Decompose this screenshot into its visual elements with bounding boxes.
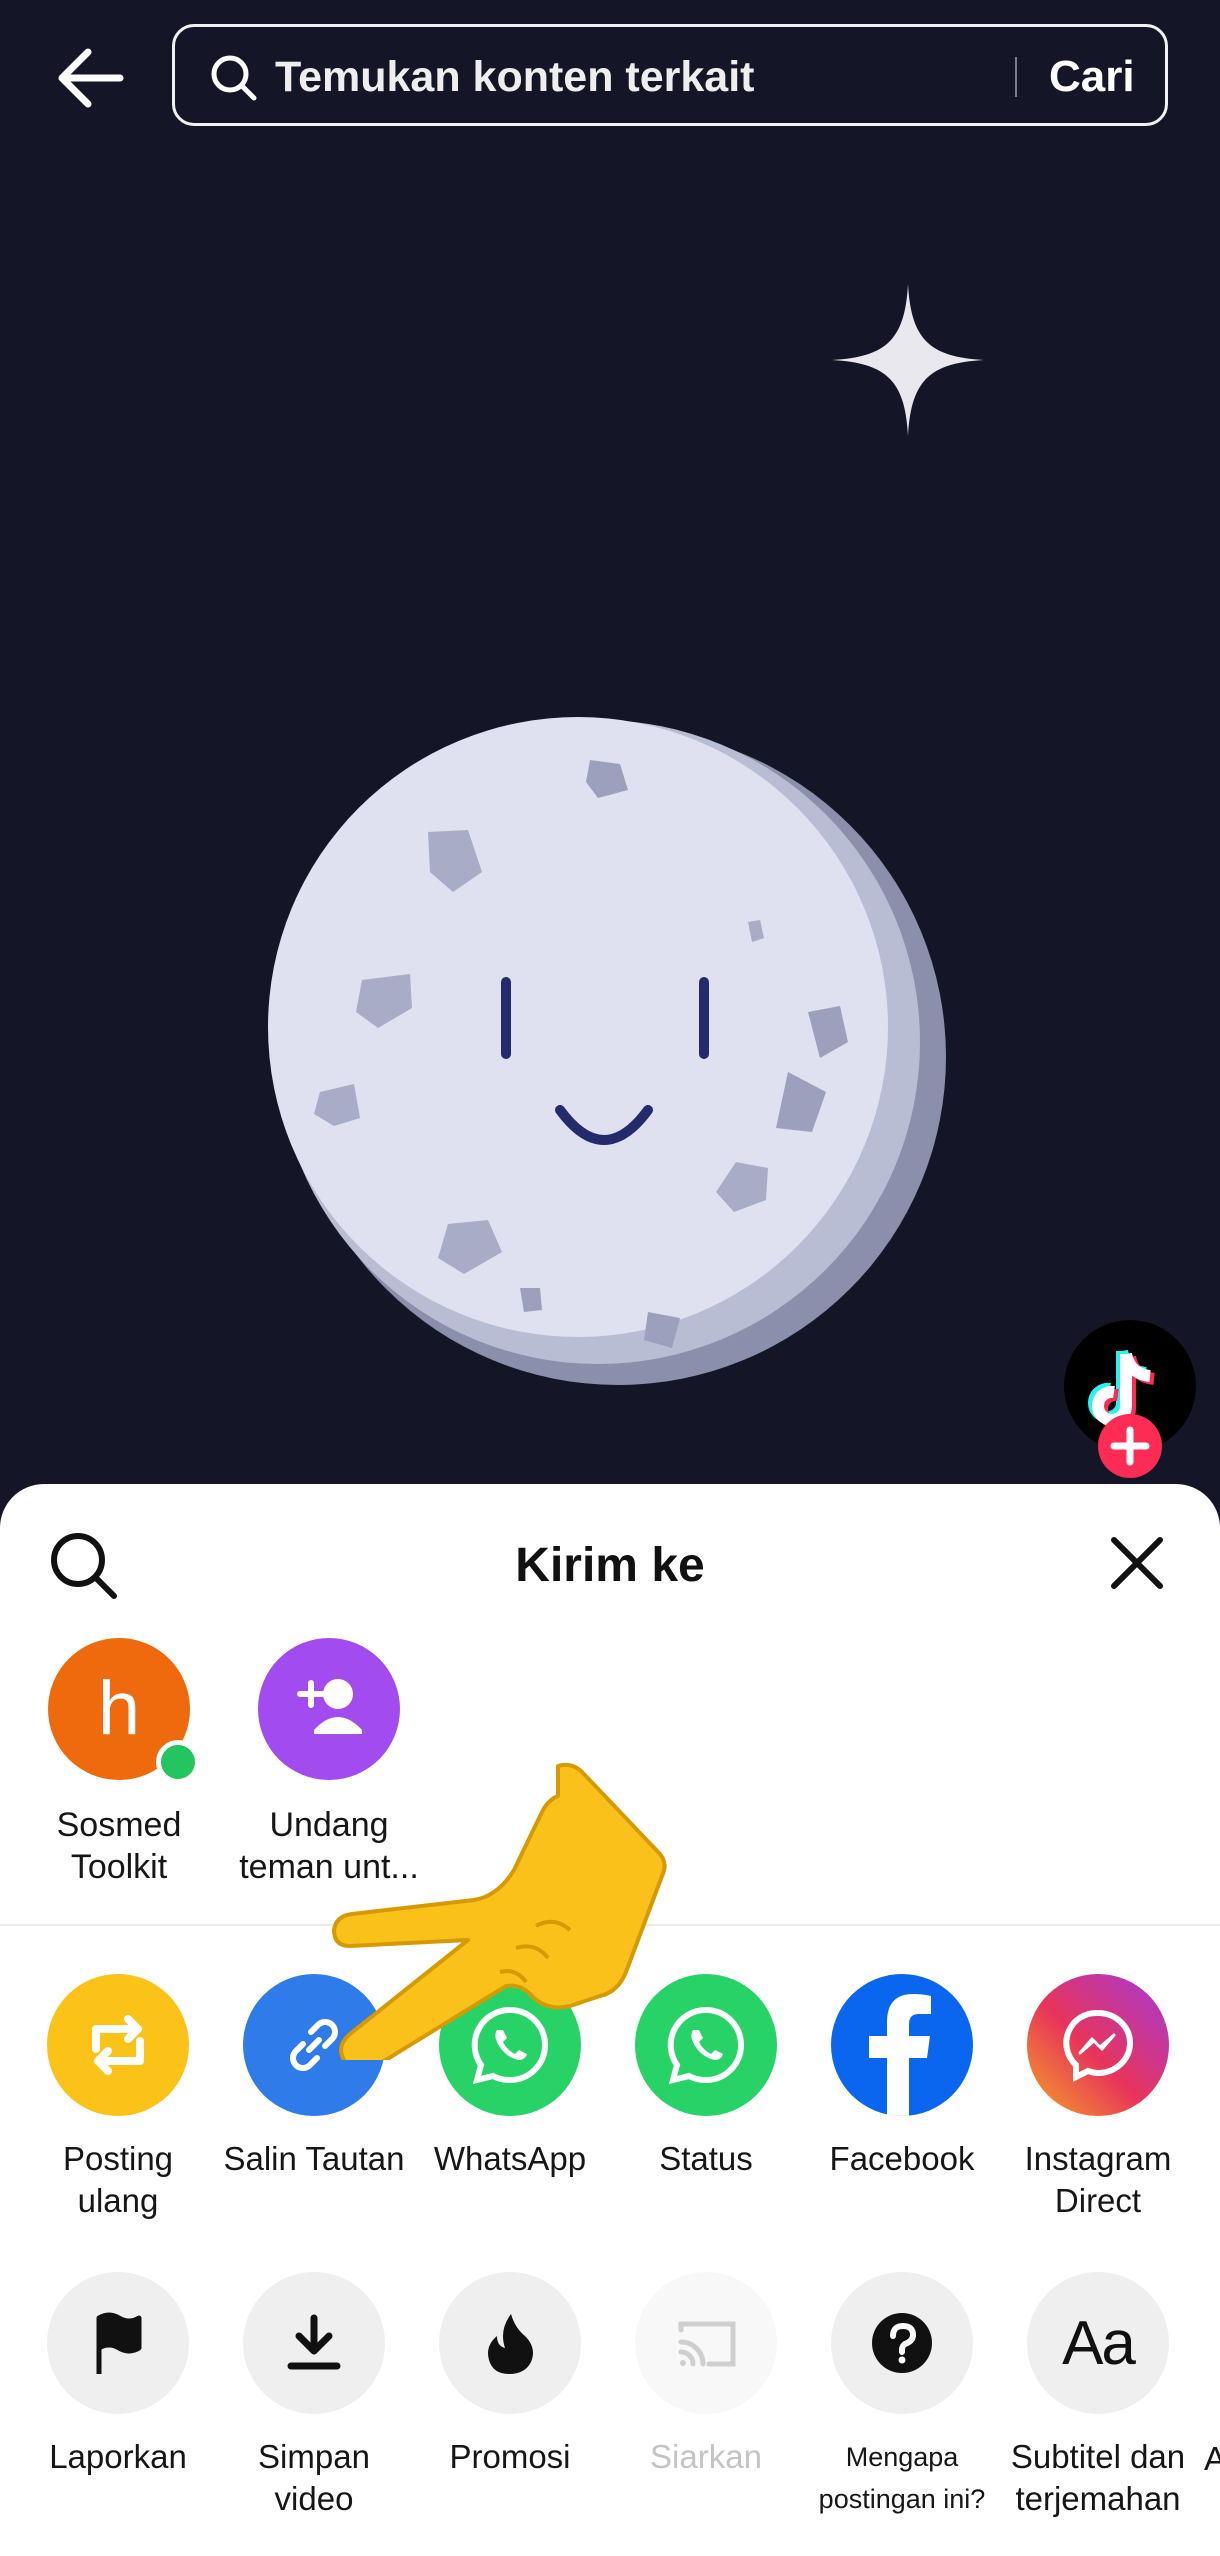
share-label: WhatsApp	[433, 2140, 587, 2177]
search-input[interactable]: Temukan konten terkait	[275, 49, 755, 105]
share-label: Status	[659, 2140, 753, 2177]
question-icon	[831, 2272, 973, 2414]
sheet-title: Kirim ke	[515, 1539, 705, 1592]
share-label: Facebook	[829, 2140, 975, 2177]
sparkle-star	[832, 284, 984, 436]
messenger-icon	[1027, 1974, 1169, 2116]
action-label: Siarkan	[650, 2438, 762, 2475]
video-background[interactable]	[0, 0, 1220, 1500]
flag-icon	[47, 2272, 189, 2414]
share-label: Instagram Direct	[1024, 2140, 1172, 2219]
action-subtitles[interactable]: Aa Subtitel dan terjemahan	[1000, 2272, 1196, 2520]
contact-sosmed-toolkit[interactable]: h Sosmed Toolkit	[14, 1638, 224, 1888]
tiktok-follow-button[interactable]	[1062, 1320, 1198, 1480]
action-broadcast[interactable]: Siarkan	[608, 2272, 804, 2478]
action-promote[interactable]: Promosi	[412, 2272, 608, 2478]
action-label: Laporkan	[49, 2438, 187, 2475]
subtitle-icon: Aa	[1027, 2272, 1169, 2414]
share-label: Posting ulang	[62, 2140, 174, 2219]
share-facebook[interactable]: Facebook	[804, 1974, 1000, 2180]
download-icon	[243, 2272, 385, 2414]
contact-label: Sosmed Toolkit	[56, 1806, 182, 1886]
flame-icon	[439, 2272, 581, 2414]
share-instagram-direct[interactable]: Instagram Direct	[1000, 1974, 1196, 2222]
action-label: Simpan video	[258, 2438, 370, 2517]
next-action-label-partial: A	[1204, 2440, 1220, 2477]
action-label: Promosi	[449, 2438, 571, 2475]
tiktok-logo-icon	[1064, 1320, 1196, 1478]
avatar	[258, 1638, 400, 1780]
search-bar[interactable]: Temukan konten terkait Cari	[172, 24, 1168, 126]
avatar: h	[48, 1638, 200, 1784]
moon-character	[268, 717, 946, 1385]
add-user-icon	[297, 1679, 362, 1734]
action-label: Mengapa postingan ini?	[818, 2442, 986, 2514]
pointing-hand-icon	[332, 1762, 667, 2060]
action-label: Subtitel dan terjemahan	[1010, 2438, 1186, 2517]
back-arrow-icon[interactable]	[52, 38, 132, 118]
close-icon[interactable]	[1106, 1532, 1168, 1594]
share-repost[interactable]: Posting ulang	[20, 1974, 216, 2222]
facebook-icon	[831, 1974, 973, 2116]
action-why-this-post[interactable]: Mengapa postingan ini?	[804, 2272, 1000, 2520]
repost-icon	[47, 1974, 189, 2116]
search-divider	[1015, 57, 1017, 97]
share-label: Salin Tautan	[223, 2140, 405, 2177]
cast-icon	[635, 2272, 777, 2414]
action-report[interactable]: Laporkan	[20, 2272, 216, 2478]
top-bar: Temukan konten terkait Cari	[0, 0, 1220, 160]
action-save-video[interactable]: Simpan video	[216, 2272, 412, 2520]
online-status-dot	[156, 1740, 200, 1784]
search-button[interactable]: Cari	[1049, 49, 1135, 105]
search-icon	[211, 55, 257, 101]
